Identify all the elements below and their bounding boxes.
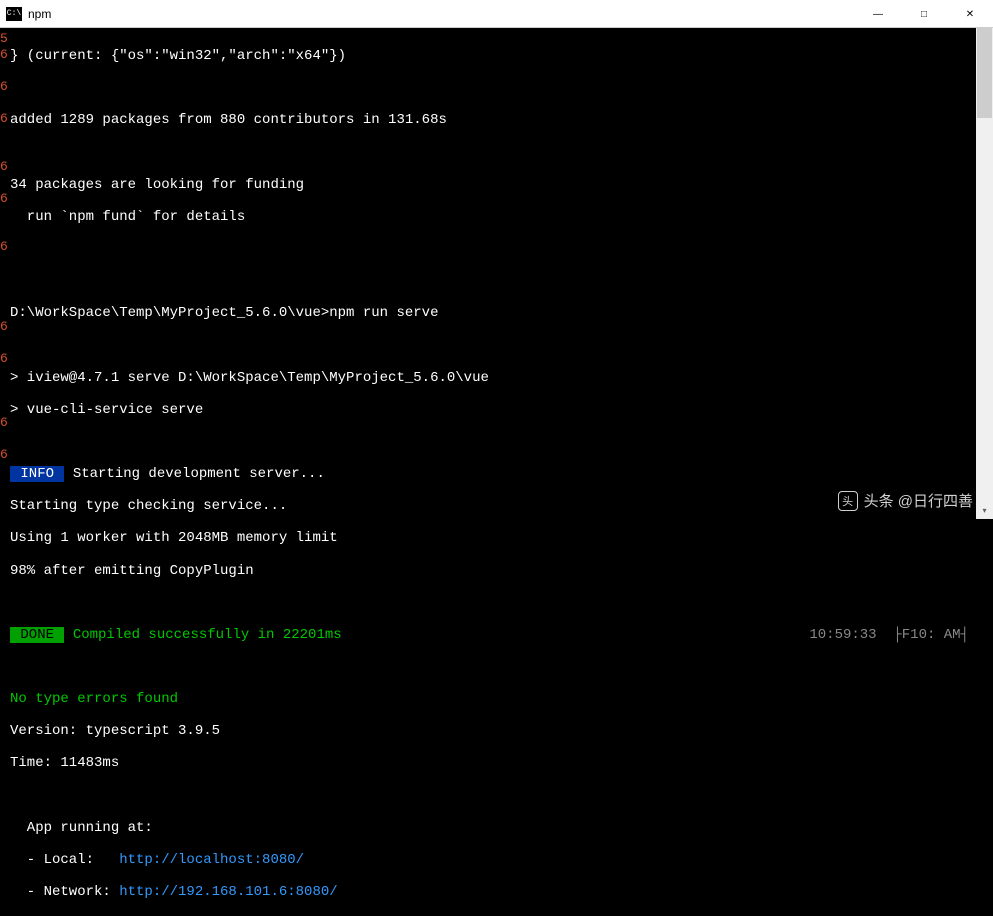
output-line	[10, 80, 993, 96]
window-title: npm	[28, 7, 855, 21]
output-line: Version: typescript 3.9.5	[10, 723, 993, 739]
scrollbar-thumb[interactable]	[977, 28, 992, 118]
done-line: DONE Compiled successfully in 22201ms 10:…	[10, 627, 993, 643]
scroll-down-arrow[interactable]: ▾	[976, 502, 993, 519]
vertical-scrollbar[interactable]: ▴ ▾	[976, 28, 993, 519]
url-line: - Local: http://localhost:8080/	[10, 852, 993, 868]
done-text: Compiled successfully in 22201ms	[64, 627, 341, 643]
title-bar: C:\ npm — □ ✕	[0, 0, 993, 28]
output-line: } (current: {"os":"win32","arch":"x64"})	[10, 48, 993, 64]
watermark: 头 头条 @日行四善	[838, 490, 973, 511]
success-line: No type errors found	[10, 691, 993, 707]
url-label: - Network:	[10, 884, 119, 900]
local-url[interactable]: http://localhost:8080/	[119, 852, 304, 868]
output-line	[10, 434, 993, 450]
output-line	[10, 337, 993, 353]
output-line: > iview@4.7.1 serve D:\WorkSpace\Temp\My…	[10, 370, 993, 386]
terminal-output[interactable]: } (current: {"os":"win32","arch":"x64"})…	[0, 28, 993, 519]
watermark-text: 头条 @日行四善	[864, 490, 973, 511]
output-line: Time: 11483ms	[10, 755, 993, 771]
url-label: - Local:	[10, 852, 119, 868]
network-url[interactable]: http://192.168.101.6:8080/	[119, 884, 337, 900]
left-margin-markers: 56666666666	[0, 28, 8, 519]
output-line	[10, 273, 993, 289]
info-line: INFO Starting development server...	[10, 466, 993, 482]
url-line: - Network: http://192.168.101.6:8080/	[10, 884, 993, 900]
prompt-line: D:\WorkSpace\Temp\MyProject_5.6.0\vue>np…	[10, 305, 993, 321]
info-text: Starting development server...	[64, 466, 324, 482]
timestamp: 10:59:33 ├F10: AM┤	[809, 627, 969, 643]
output-line	[10, 659, 993, 675]
maximize-button[interactable]: □	[901, 0, 947, 28]
output-line	[10, 788, 993, 804]
window-controls: — □ ✕	[855, 0, 993, 27]
minimize-button[interactable]: —	[855, 0, 901, 28]
output-line: run `npm fund` for details	[10, 209, 993, 225]
done-badge: DONE	[10, 627, 64, 643]
output-line: > vue-cli-service serve	[10, 402, 993, 418]
output-line	[10, 595, 993, 611]
output-line	[10, 145, 993, 161]
output-line: 98% after emitting CopyPlugin	[10, 563, 993, 579]
close-button[interactable]: ✕	[947, 0, 993, 28]
output-line: 34 packages are looking for funding	[10, 177, 993, 193]
output-line: added 1289 packages from 880 contributor…	[10, 112, 993, 128]
watermark-icon: 头	[838, 491, 858, 511]
info-badge: INFO	[10, 466, 64, 482]
output-line: App running at:	[10, 820, 993, 836]
output-line	[10, 241, 993, 257]
cmd-icon: C:\	[6, 7, 22, 21]
output-line: Using 1 worker with 2048MB memory limit	[10, 530, 993, 546]
